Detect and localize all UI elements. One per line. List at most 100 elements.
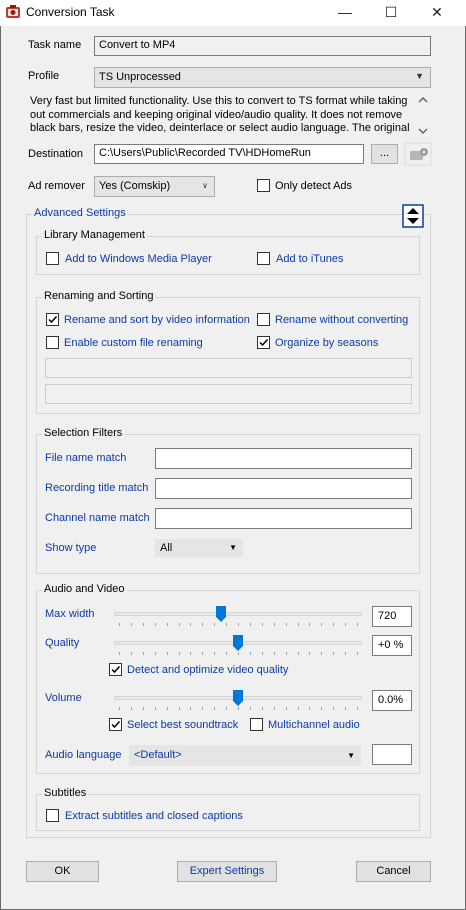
max-width-value[interactable]: 720 <box>372 606 412 627</box>
slider-tick <box>119 623 120 626</box>
recording-title-match-input[interactable] <box>155 478 412 499</box>
custom-rename-pattern-field[interactable] <box>45 358 412 378</box>
slider-tick <box>357 623 358 626</box>
destination-label: Destination <box>28 148 84 160</box>
collapse-toggle-button[interactable] <box>402 204 424 228</box>
slider-tick <box>179 707 180 710</box>
ok-button[interactable]: OK <box>26 861 99 882</box>
slider-tick <box>286 623 287 626</box>
slider-tick <box>345 623 346 626</box>
slider-tick <box>202 652 203 655</box>
volume-slider[interactable] <box>114 690 362 714</box>
minimize-button[interactable]: — <box>322 0 368 26</box>
window-border-left <box>0 26 1 910</box>
slider-tick <box>286 707 287 710</box>
quality-label: Quality <box>45 637 80 649</box>
ad-remover-dropdown[interactable]: Yes (Comskip) ∨ <box>94 176 215 197</box>
scroll-down-icon <box>418 128 428 134</box>
show-type-dropdown[interactable]: All ▼ <box>155 539 243 557</box>
slider-tick <box>214 707 215 710</box>
checkmark-icon <box>111 665 121 674</box>
destination-field[interactable]: C:\Users\Public\Recorded TV\HDHomeRun <box>94 144 364 164</box>
detect-optimize-label: Detect and optimize video quality <box>127 664 289 676</box>
slider-tick <box>357 707 358 710</box>
audio-language-label: Audio language <box>45 749 122 761</box>
rename-without-converting-checkbox[interactable] <box>257 313 270 326</box>
slider-tick <box>333 623 334 626</box>
quality-value[interactable]: +0 % <box>372 635 412 656</box>
checkmark-icon <box>259 338 269 347</box>
max-width-slider[interactable] <box>114 606 362 630</box>
slider-tick <box>286 652 287 655</box>
slider-tick <box>155 623 156 626</box>
network-folder-icon[interactable] <box>404 142 432 166</box>
description-scrollbar[interactable] <box>416 93 430 139</box>
audio-language-extra-input[interactable] <box>372 744 412 765</box>
organize-by-seasons-label: Organize by seasons <box>275 337 379 349</box>
slider-tick <box>214 623 215 626</box>
checkmark-icon <box>48 315 58 324</box>
audio-language-value: <Default> <box>134 749 182 761</box>
task-name-field[interactable]: Convert to MP4 <box>94 36 431 56</box>
recording-title-match-label: Recording title match <box>45 482 149 494</box>
best-soundtrack-label: Select best soundtrack <box>127 719 239 731</box>
slider-tick <box>179 652 180 655</box>
file-name-match-input[interactable] <box>155 448 412 469</box>
slider-tick <box>119 652 120 655</box>
multichannel-audio-checkbox[interactable] <box>250 718 263 731</box>
slider-tick <box>143 623 144 626</box>
volume-value[interactable]: 0.0% <box>372 690 412 711</box>
slider-tick <box>345 652 346 655</box>
slider-thumb[interactable] <box>233 635 243 651</box>
profile-description: Very fast but limited functionality. Use… <box>30 95 410 134</box>
slider-tick <box>238 623 239 626</box>
slider-tick <box>357 652 358 655</box>
quality-slider[interactable] <box>114 635 362 659</box>
custom-rename-preview-field[interactable] <box>45 384 412 404</box>
dropdown-arrow-icon: ▼ <box>229 543 237 552</box>
slider-thumb[interactable] <box>233 690 243 706</box>
only-detect-ads-label: Only detect Ads <box>275 180 353 192</box>
expert-settings-button[interactable]: Expert Settings <box>177 861 277 882</box>
extract-subtitles-checkbox[interactable] <box>46 809 59 822</box>
slider-ticks <box>114 652 362 656</box>
slider-tick <box>119 707 120 710</box>
audio-language-dropdown[interactable]: <Default> ▼ <box>129 745 361 766</box>
slider-tick <box>202 623 203 626</box>
cancel-button[interactable]: Cancel <box>356 861 431 882</box>
multichannel-audio-label: Multichannel audio <box>268 719 360 731</box>
custom-renaming-checkbox[interactable] <box>46 336 59 349</box>
slider-tick <box>202 707 203 710</box>
slider-tick <box>345 707 346 710</box>
show-type-label: Show type <box>45 542 97 554</box>
slider-tick <box>250 707 251 710</box>
only-detect-ads-checkbox[interactable] <box>257 179 270 192</box>
detect-optimize-checkbox[interactable] <box>109 663 122 676</box>
slider-thumb[interactable] <box>216 606 226 622</box>
slider-tick <box>321 707 322 710</box>
rename-sort-label: Rename and sort by video information <box>64 314 250 326</box>
checkmark-icon <box>111 720 121 729</box>
custom-renaming-label: Enable custom file renaming <box>64 337 203 349</box>
slider-tick <box>167 623 168 626</box>
audio-video-title: Audio and Video <box>42 583 127 595</box>
slider-tick <box>238 652 239 655</box>
slider-tick <box>298 623 299 626</box>
profile-label: Profile <box>28 70 60 82</box>
rename-sort-checkbox[interactable] <box>46 313 59 326</box>
add-to-itunes-checkbox[interactable] <box>257 252 270 265</box>
slider-tick <box>274 623 275 626</box>
slider-tick <box>321 623 322 626</box>
slider-tick <box>155 652 156 655</box>
slider-tick <box>250 623 251 626</box>
organize-by-seasons-checkbox[interactable] <box>257 336 270 349</box>
profile-dropdown[interactable]: TS Unprocessed ▼ <box>94 67 431 88</box>
channel-name-match-input[interactable] <box>155 508 412 529</box>
slider-tick <box>262 623 263 626</box>
browse-button[interactable]: ... <box>371 144 398 164</box>
maximize-button[interactable]: ☐ <box>368 0 414 26</box>
add-to-wmp-checkbox[interactable] <box>46 252 59 265</box>
slider-tick <box>274 652 275 655</box>
best-soundtrack-checkbox[interactable] <box>109 718 122 731</box>
close-button[interactable]: ✕ <box>414 0 460 26</box>
